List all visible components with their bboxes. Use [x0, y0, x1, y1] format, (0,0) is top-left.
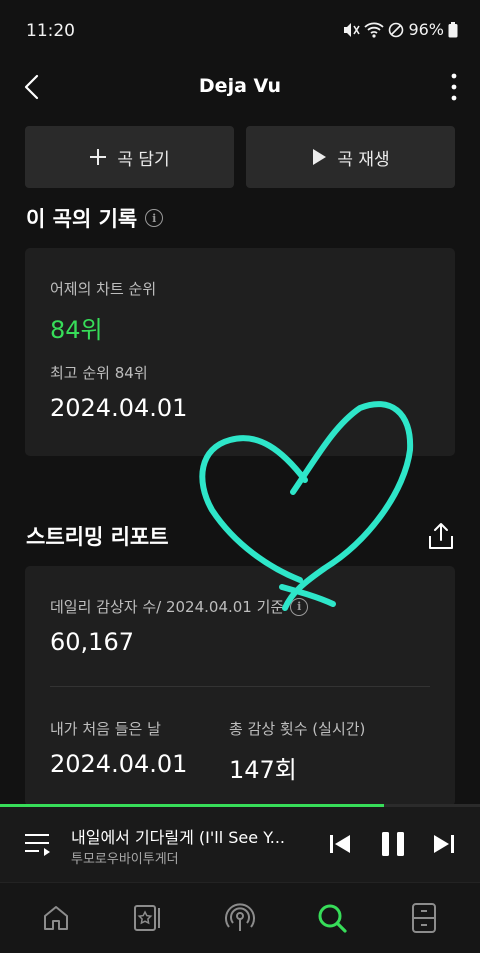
add-song-button[interactable]: 곡 담기 — [25, 126, 234, 188]
pause-icon[interactable] — [380, 830, 406, 858]
search-icon — [318, 904, 347, 933]
mute-icon — [344, 22, 361, 37]
best-rank-label: 최고 순위 84위 — [50, 364, 148, 382]
page-title: Deja Vu — [198, 75, 282, 97]
playback-progress-track[interactable] — [0, 804, 480, 807]
storage-icon — [412, 903, 436, 933]
app-header: Deja Vu — [0, 60, 480, 116]
podcast-icon — [225, 903, 255, 931]
mini-player[interactable]: 내일에서 기다릴게 (I'll See Y... 투모로우바이투게더 — [0, 804, 480, 882]
share-icon[interactable] — [428, 522, 454, 550]
info-icon[interactable]: i — [145, 209, 164, 227]
total-plays-value: 147회 — [229, 756, 297, 784]
history-section-title: 이 곡의 기록 i — [26, 203, 164, 233]
more-options-icon[interactable] — [450, 72, 458, 102]
status-icons: 96% — [342, 20, 458, 39]
dnd-icon — [389, 22, 404, 37]
history-title: 이 곡의 기록 — [26, 207, 138, 231]
battery-percent: 96% — [408, 20, 444, 39]
battery-icon — [448, 21, 458, 37]
add-song-label: 곡 담기 — [117, 149, 170, 170]
daily-listeners-row: 데일리 감상자 수/ 2024.04.01 기준 i — [50, 596, 309, 617]
play-song-button[interactable]: 곡 재생 — [246, 126, 455, 188]
report-section-title: 스트리밍 리포트 — [26, 521, 169, 551]
history-card: 어제의 차트 순위 84위 최고 순위 84위 2024.04.01 — [25, 248, 455, 456]
best-rank-date: 2024.04.01 — [50, 394, 188, 422]
yesterday-rank-value: 84위 — [50, 316, 103, 344]
home-icon — [44, 906, 68, 930]
playlist-icon[interactable] — [24, 831, 52, 857]
status-bar: 11:20 96% — [0, 0, 480, 60]
now-playing-artist[interactable]: 투모로우바이투게더 — [71, 848, 179, 867]
next-icon[interactable] — [432, 832, 456, 856]
bottom-nav — [0, 882, 480, 953]
yesterday-rank-label: 어제의 차트 순위 — [50, 280, 157, 298]
first-listen-label: 내가 처음 들은 날 — [50, 720, 161, 738]
card-divider — [50, 686, 430, 687]
daily-listeners-value: 60,167 — [50, 628, 134, 656]
nav-library[interactable] — [124, 894, 172, 942]
nav-search[interactable] — [308, 894, 356, 942]
status-time: 11:20 — [26, 21, 75, 41]
library-icon — [134, 905, 160, 931]
now-playing-title[interactable]: 내일에서 기다릴게 (I'll See Y... — [71, 824, 307, 848]
report-title: 스트리밍 리포트 — [26, 525, 169, 549]
nav-podcast[interactable] — [216, 894, 264, 942]
daily-info-icon[interactable]: i — [290, 597, 309, 616]
action-row: 곡 담기 곡 재생 — [25, 126, 455, 188]
play-icon — [313, 149, 327, 165]
total-plays-label: 총 감상 횟수 (실시간) — [229, 720, 366, 738]
previous-icon[interactable] — [328, 832, 352, 856]
daily-listeners-label: 데일리 감상자 수/ 2024.04.01 기준 — [50, 598, 285, 616]
report-card: 데일리 감상자 수/ 2024.04.01 기준 i 60,167 내가 처음 … — [25, 566, 455, 806]
play-song-label: 곡 재생 — [337, 149, 390, 170]
plus-icon — [90, 149, 107, 165]
playback-progress-fill — [0, 804, 384, 807]
first-listen-value: 2024.04.01 — [50, 750, 188, 778]
nav-home[interactable] — [32, 894, 80, 942]
wifi-icon — [364, 22, 385, 38]
nav-storage[interactable] — [400, 894, 448, 942]
